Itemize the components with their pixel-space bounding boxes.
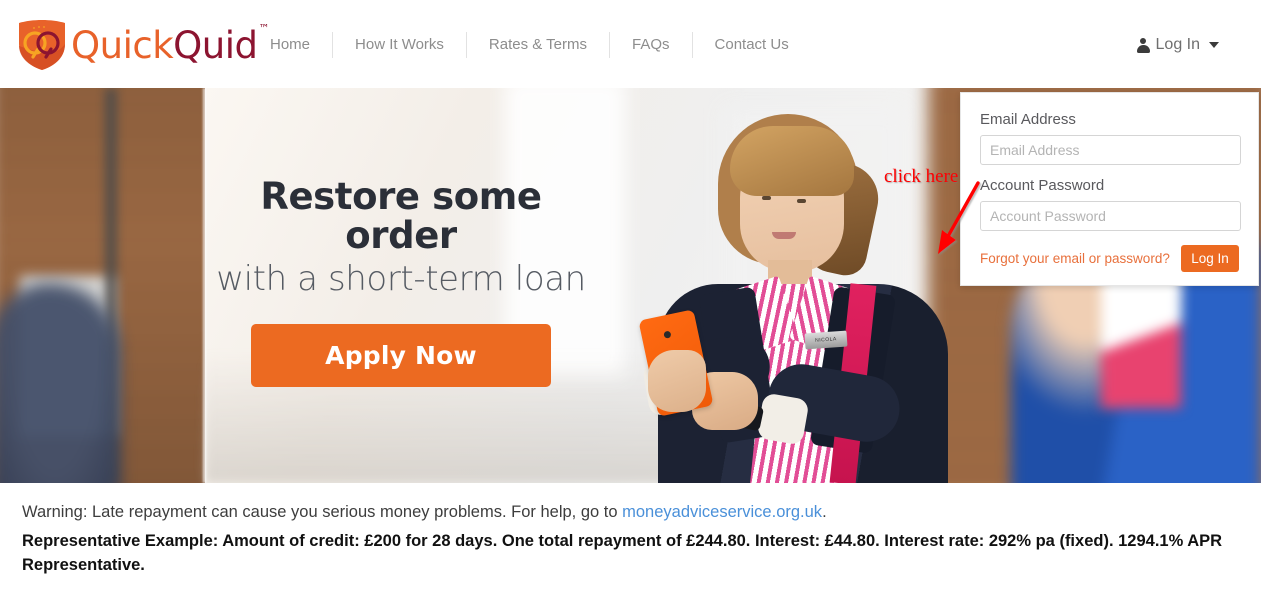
email-input[interactable] xyxy=(980,135,1241,165)
warning-suffix: . xyxy=(822,503,827,521)
warning-prefix: Warning: Late repayment can cause you se… xyxy=(22,503,623,521)
background-person-left xyxy=(0,283,120,483)
quickquid-shield-icon xyxy=(14,16,70,72)
hero-model-woman-with-phone: NICOLA xyxy=(600,104,980,483)
person-icon xyxy=(1136,37,1150,53)
apply-now-button[interactable]: Apply Now xyxy=(251,324,551,388)
password-input[interactable] xyxy=(980,201,1241,231)
footer-disclaimers: Warning: Late repayment can cause you se… xyxy=(0,483,1261,604)
representative-example-text: Representative Example: Amount of credit… xyxy=(22,531,1223,574)
site-header: QuickQuid™ Home How It Works Rates & Ter… xyxy=(0,0,1261,88)
login-actions-row: Forgot your email or password? Log In xyxy=(980,245,1239,272)
nav-item-how-it-works[interactable]: How It Works xyxy=(333,32,466,58)
nav-item-contact-us[interactable]: Contact Us xyxy=(693,32,811,58)
nav-item-faqs[interactable]: FAQs xyxy=(610,32,692,58)
field-spacer xyxy=(980,165,1239,177)
brand-name-first: Quick xyxy=(71,23,174,67)
hero-headline: Restore some order xyxy=(260,175,542,257)
brand-name-second: Quid xyxy=(173,23,258,67)
phone-camera xyxy=(663,330,672,339)
money-advice-service-link[interactable]: moneyadviceservice.org.uk xyxy=(622,503,822,521)
nav-item-rates-terms[interactable]: Rates & Terms xyxy=(467,32,609,58)
login-dropdown-panel: Email Address Account Password Forgot yo… xyxy=(960,92,1259,286)
model-eye-left xyxy=(762,196,771,200)
hero-subheadline: with a short-term loan xyxy=(216,258,586,299)
hero-copy: Restore some order with a short-term loa… xyxy=(205,175,597,388)
nav-item-home[interactable]: Home xyxy=(248,32,332,58)
login-submit-button[interactable]: Log In xyxy=(1181,245,1239,272)
model-mouth xyxy=(772,232,796,239)
model-cuff-right xyxy=(756,392,810,446)
model-hand-left xyxy=(648,350,706,412)
forgot-password-link[interactable]: Forgot your email or password? xyxy=(980,251,1170,266)
email-field-label: Email Address xyxy=(980,111,1076,128)
login-toggle-label: Log In xyxy=(1155,36,1200,53)
model-eye-right xyxy=(797,199,806,203)
annotation-arrow-icon xyxy=(938,181,980,254)
model-hair-front xyxy=(730,126,854,196)
brand-logo[interactable]: QuickQuid™ xyxy=(14,16,269,72)
warning-text: Warning: Late repayment can cause you se… xyxy=(22,501,1239,525)
brand-wordmark: QuickQuid™ xyxy=(71,23,269,67)
login-dropdown-toggle[interactable]: Log In xyxy=(1136,36,1219,54)
page-root: QuickQuid™ Home How It Works Rates & Ter… xyxy=(0,0,1261,604)
main-navigation: Home How It Works Rates & Terms FAQs Con… xyxy=(248,32,811,58)
model-name-badge: NICOLA xyxy=(804,330,848,350)
password-field-label: Account Password xyxy=(980,177,1105,194)
chevron-down-icon xyxy=(1209,42,1219,48)
